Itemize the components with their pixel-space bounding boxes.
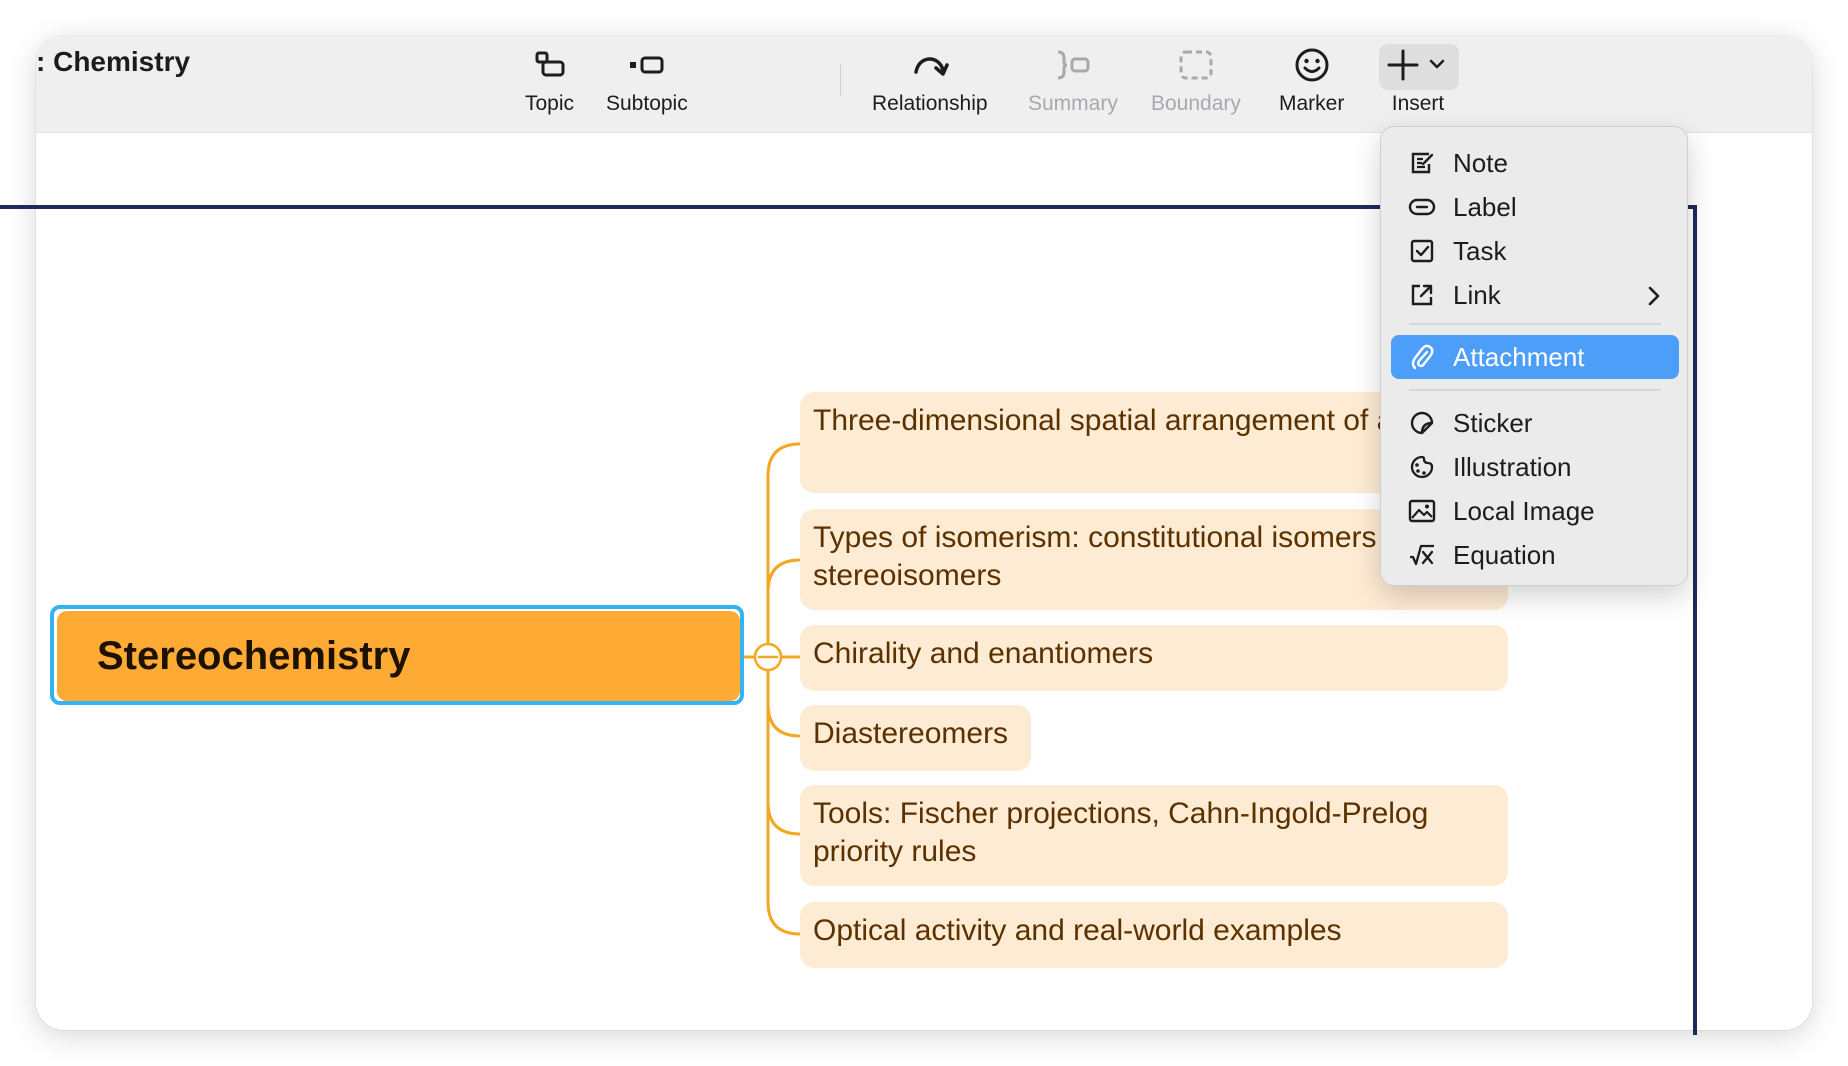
summary-label: Summary [1028,92,1118,115]
image-icon [1407,496,1437,526]
relationship-arrow-icon [911,44,949,86]
document-title: : Chemistry [36,46,191,77]
subtopic-icon [628,44,666,86]
paperclip-icon [1407,342,1437,372]
menu-item-attachment[interactable]: Attachment [1391,335,1679,379]
chevron-right-icon [1647,283,1661,314]
insert-label: Insert [1391,92,1445,115]
relationship-label: Relationship [872,92,988,115]
topic-button[interactable]: Topic [525,44,574,124]
root-topic[interactable]: Stereochemistry [57,611,740,701]
menu-item-local-image[interactable]: Local Image [1391,489,1679,533]
toolbar-separator [840,64,841,96]
insert-button[interactable]: Insert [1383,44,1453,124]
summary-brace-icon [1054,44,1092,86]
menu-item-label: Sticker [1453,407,1533,438]
subtopic-node[interactable]: Diastereomers [800,705,1031,771]
topic-label: Topic [525,92,575,115]
menu-item-label-item[interactable]: Label [1391,185,1679,229]
boundary-icon [1178,44,1214,86]
menu-item-label: Attachment [1453,341,1585,372]
menu-item-label: Link [1453,279,1501,310]
link-icon [1407,280,1437,310]
menu-item-sticker[interactable]: Sticker [1391,401,1679,445]
menu-item-label: Illustration [1453,451,1572,482]
relationship-button[interactable]: Relationship [872,44,988,124]
toolbar: : Chemistry Topic Subtopic Relationship [36,36,1812,133]
subtopic-node[interactable]: Chirality and enantiomers [800,625,1508,691]
subtopic-node[interactable]: Tools: Fischer projections, Cahn-Ingold-… [800,785,1508,886]
boundary-button[interactable]: Boundary [1151,44,1241,124]
menu-item-label: Label [1453,191,1517,222]
marker-button[interactable]: Marker [1279,44,1344,124]
menu-item-illustration[interactable]: Illustration [1391,445,1679,489]
menu-item-link[interactable]: Link [1391,273,1679,317]
menu-separator [1409,323,1661,325]
menu-item-label: Note [1453,147,1508,178]
smiley-icon [1294,44,1330,86]
note-icon [1407,148,1437,178]
menu-item-label: Equation [1453,539,1556,570]
label-icon [1407,192,1437,222]
topic-icon [534,44,566,86]
menu-item-task[interactable]: Task [1391,229,1679,273]
subtopic-node[interactable]: Optical activity and real-world examples [800,902,1508,968]
task-checkbox-icon [1407,236,1437,266]
menu-item-note[interactable]: Note [1391,141,1679,185]
subtopic-button[interactable]: Subtopic [606,44,688,124]
boundary-label: Boundary [1151,92,1241,115]
plus-icon [1383,44,1453,86]
marker-label: Marker [1279,92,1345,115]
subtopic-label: Subtopic [606,92,688,115]
illustration-icon [1407,452,1437,482]
boundary-frame-right [1693,205,1697,1035]
sticker-icon [1407,408,1437,438]
equation-icon [1407,540,1437,570]
menu-item-equation[interactable]: Equation [1391,533,1679,577]
menu-separator [1409,389,1661,391]
summary-button[interactable]: Summary [1028,44,1118,124]
menu-item-label: Local Image [1453,495,1595,526]
insert-menu: Note Label Task Link Attachment Sticker … [1380,126,1688,586]
menu-item-label: Task [1453,235,1507,266]
